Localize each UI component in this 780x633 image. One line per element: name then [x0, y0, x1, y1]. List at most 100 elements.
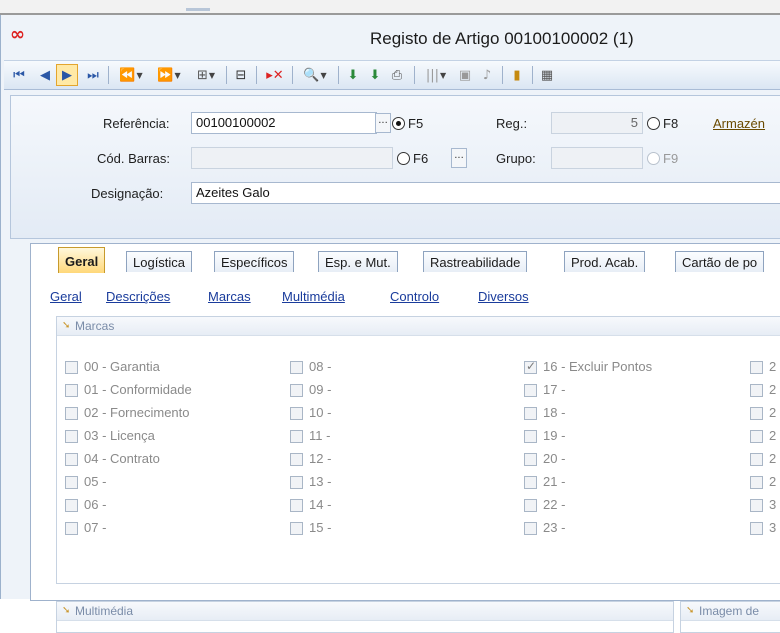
marca-checkbox[interactable]	[750, 499, 763, 512]
marca-label: 09 -	[309, 382, 332, 397]
barcode-icon[interactable]: ||| ▼	[420, 64, 452, 86]
referencia-input[interactable]: 00100100002	[191, 112, 377, 134]
marca-checkbox[interactable]	[750, 361, 763, 374]
jump-forward-icon[interactable]: ⏩ ▼	[152, 64, 186, 86]
subnav-multimedia[interactable]: Multimédia	[282, 289, 345, 304]
marca-checkbox[interactable]	[524, 453, 537, 466]
marca-checkbox[interactable]	[524, 476, 537, 489]
marca-checkbox[interactable]	[524, 430, 537, 443]
subnav-marcas[interactable]: Marcas	[208, 289, 251, 304]
calculator-icon[interactable]: ▦	[538, 64, 556, 86]
designacao-input[interactable]: Azeites Galo	[191, 182, 780, 204]
hierarchy-icon[interactable]: ⊞ ▼	[190, 64, 222, 86]
app-logo-icon: ∞	[10, 24, 25, 45]
title-bar: ∞ Registo de Artigo 00100100002 (1)	[0, 15, 780, 55]
tab-esp-mut[interactable]: Esp. e Mut.	[318, 251, 398, 272]
collapse-arrow-icon[interactable]: ➘	[62, 317, 70, 335]
marca-checkbox[interactable]	[290, 384, 303, 397]
marcas-title: Marcas	[75, 319, 115, 333]
marca-checkbox[interactable]	[65, 499, 78, 512]
marca-checkbox[interactable]	[524, 359, 537, 374]
marca-checkbox[interactable]	[65, 361, 78, 374]
subnav-geral[interactable]: Geral	[50, 289, 82, 304]
save-as-icon[interactable]: ⬇	[366, 64, 384, 86]
previous-record-icon[interactable]: ◀	[36, 64, 54, 86]
imagem-title: Imagem de	[699, 604, 760, 618]
grupo-label: Grupo:	[496, 151, 536, 166]
marca-label: 3	[769, 497, 777, 512]
marca-label: 2	[769, 451, 777, 466]
marca-label: 3	[769, 520, 777, 535]
tab-logistica[interactable]: Logística	[126, 251, 193, 272]
save-icon[interactable]: ⬇	[344, 64, 362, 86]
marca-label: 08 -	[309, 359, 332, 374]
subnav-diversos[interactable]: Diversos	[478, 289, 529, 304]
next-record-icon[interactable]: ▶	[56, 64, 78, 86]
marca-checkbox[interactable]	[750, 430, 763, 443]
marca-checkbox[interactable]	[524, 407, 537, 420]
search-icon[interactable]: 🔍 ▼	[298, 64, 332, 86]
marca-checkbox[interactable]	[750, 476, 763, 489]
layout-icon[interactable]: ⊟	[232, 64, 250, 86]
f6-radio[interactable]	[397, 152, 410, 165]
marca-label: 12 -	[309, 451, 332, 466]
cod-barras-label: Cód. Barras:	[97, 151, 170, 166]
marca-label: 02 - Fornecimento	[84, 405, 190, 420]
marca-checkbox[interactable]	[65, 407, 78, 420]
tab-prod-acab[interactable]: Prod. Acab.	[564, 251, 646, 272]
marca-checkbox[interactable]	[524, 499, 537, 512]
marcas-header: ➘ Marcas	[57, 317, 780, 336]
subnav-controlo[interactable]: Controlo	[390, 289, 439, 304]
image-icon[interactable]: ▣	[456, 64, 474, 86]
last-record-icon[interactable]: ⏭	[84, 64, 102, 86]
marca-label: 17 -	[543, 382, 566, 397]
tab-cartao[interactable]: Cartão de po	[675, 251, 765, 272]
marca-checkbox[interactable]	[65, 522, 78, 535]
marca-checkbox[interactable]	[750, 384, 763, 397]
cod-barras-browse-button[interactable]: ...	[451, 148, 467, 168]
marca-checkbox[interactable]	[65, 430, 78, 443]
marca-label: 07 -	[84, 520, 107, 535]
marca-label: 2	[769, 359, 777, 374]
marca-label: 15 -	[309, 520, 332, 535]
attachment-icon[interactable]: ♪	[478, 64, 496, 86]
marca-checkbox[interactable]	[290, 453, 303, 466]
referencia-label: Referência:	[103, 116, 170, 131]
marca-checkbox[interactable]	[65, 476, 78, 489]
cod-barras-input[interactable]	[191, 147, 393, 169]
marca-checkbox[interactable]	[750, 453, 763, 466]
print-icon[interactable]: ⎙	[388, 64, 406, 86]
marca-label: 19 -	[543, 428, 566, 443]
marca-checkbox[interactable]	[290, 476, 303, 489]
first-record-icon[interactable]: ⏮	[10, 64, 28, 86]
marca-checkbox[interactable]	[524, 522, 537, 535]
f8-label: F8	[663, 116, 679, 131]
marca-label: 05 -	[84, 474, 107, 489]
collapse-arrow-icon[interactable]: ➘	[686, 602, 694, 620]
tab-strip: Geral Logística Específicos Esp. e Mut. …	[30, 242, 780, 273]
tab-geral[interactable]: Geral	[58, 247, 106, 273]
f5-label: F5	[408, 116, 424, 131]
delete-icon[interactable]: ▸✕	[262, 64, 288, 86]
marca-checkbox[interactable]	[65, 384, 78, 397]
chart-icon[interactable]: ▮	[508, 64, 526, 86]
subnav-descricoes[interactable]: Descrições	[106, 289, 170, 304]
f8-radio[interactable]	[647, 117, 660, 130]
marca-checkbox[interactable]	[290, 361, 303, 374]
marca-checkbox[interactable]	[524, 384, 537, 397]
marca-checkbox[interactable]	[65, 453, 78, 466]
armazem-link[interactable]: Armazén	[713, 116, 765, 131]
marca-checkbox[interactable]	[750, 407, 763, 420]
marca-checkbox[interactable]	[290, 430, 303, 443]
marca-checkbox[interactable]	[290, 407, 303, 420]
marca-checkbox[interactable]	[290, 499, 303, 512]
collapse-arrow-icon[interactable]: ➘	[62, 602, 70, 620]
marca-checkbox[interactable]	[750, 522, 763, 535]
marca-checkbox[interactable]	[290, 522, 303, 535]
jump-back-icon[interactable]: ⏪ ▼	[114, 64, 148, 86]
tab-rastreabilidade[interactable]: Rastreabilidade	[423, 251, 528, 272]
marca-label: 00 - Garantia	[84, 359, 160, 374]
tab-especificos[interactable]: Específicos	[214, 251, 295, 272]
referencia-browse-button[interactable]: ...	[375, 113, 391, 133]
f5-radio[interactable]	[392, 117, 405, 130]
